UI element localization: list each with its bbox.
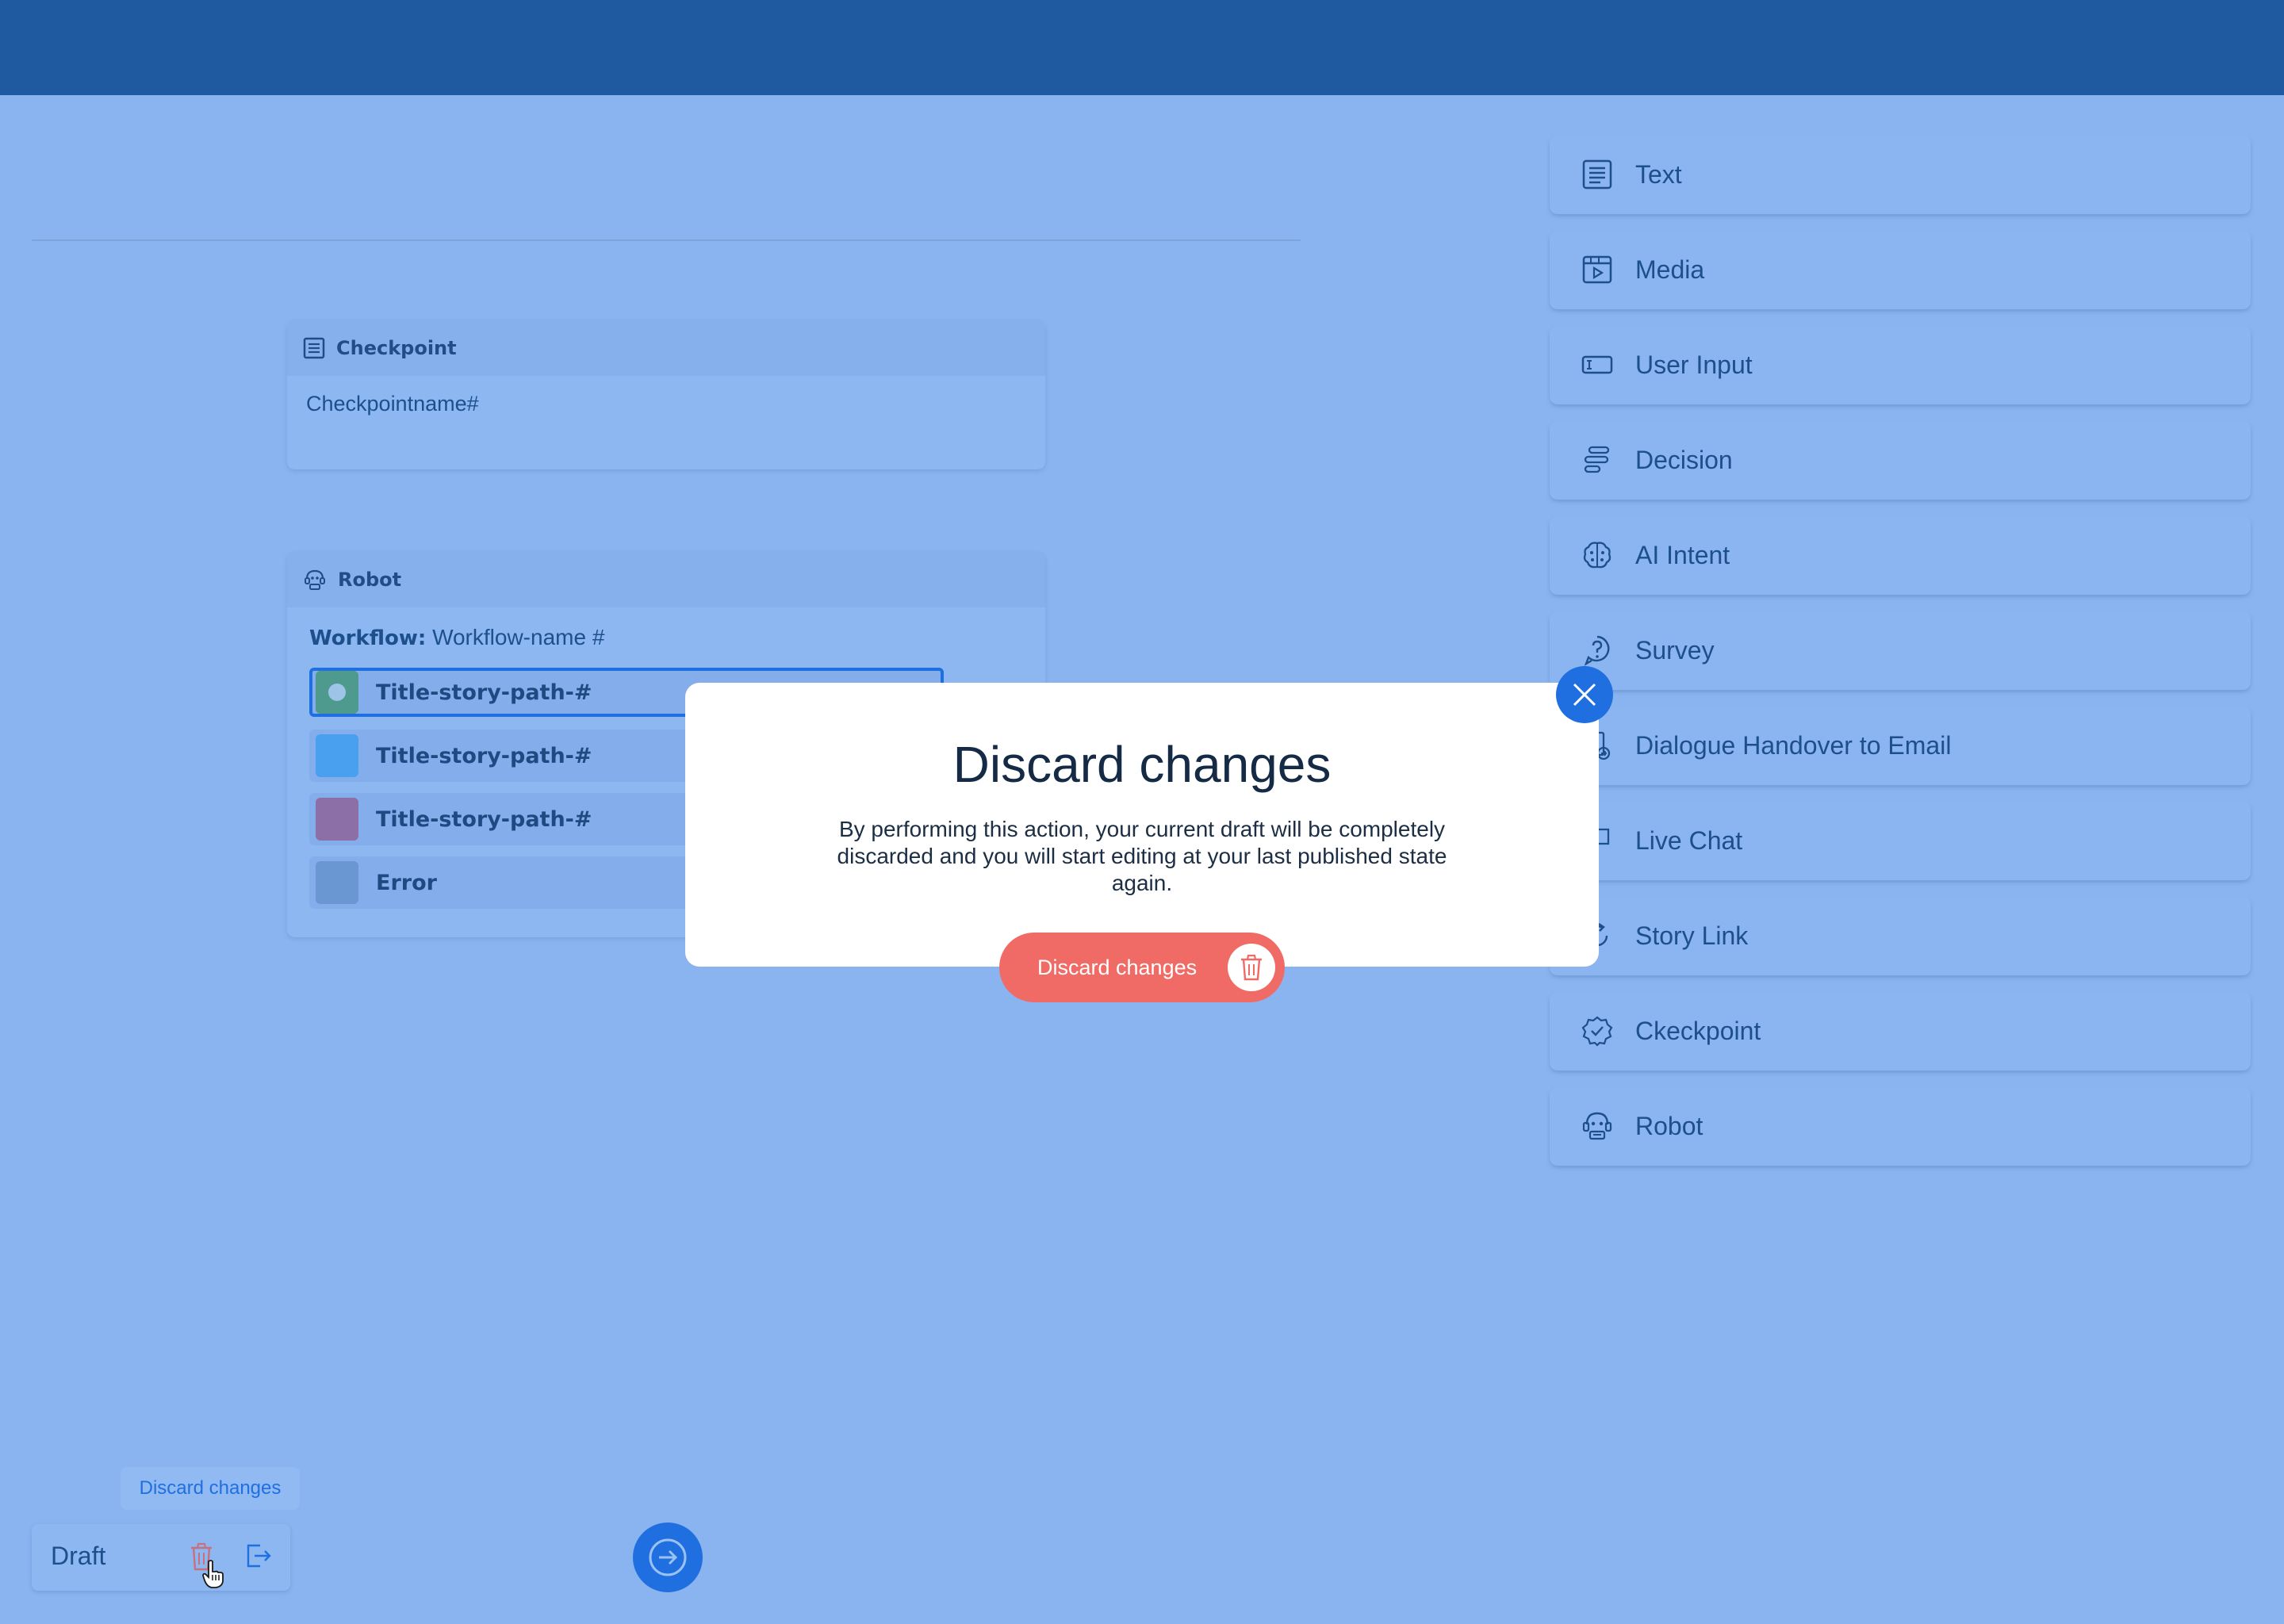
text-icon bbox=[303, 337, 325, 359]
palette-item-checkpoint[interactable]: Ckeckpoint bbox=[1550, 991, 2251, 1071]
hand-cursor-icon bbox=[201, 1559, 225, 1593]
palette-item-label: Ckeckpoint bbox=[1635, 1016, 1761, 1045]
workflow-value: Workflow-name # bbox=[432, 625, 605, 649]
palette-item-label: Live Chat bbox=[1635, 825, 1743, 855]
robot-icon bbox=[305, 569, 325, 590]
palette-item-label: User Input bbox=[1635, 350, 1753, 379]
path-color-swatch bbox=[316, 798, 358, 841]
path-label: Error bbox=[376, 870, 437, 895]
palette-item-user-input[interactable]: User Input bbox=[1550, 325, 2251, 404]
palette-item-label: Decision bbox=[1635, 445, 1733, 474]
workflow-label: Workflow: bbox=[309, 626, 427, 650]
palette-item-label: Text bbox=[1635, 159, 1682, 189]
palette-item-label: Media bbox=[1635, 255, 1705, 284]
discard-tooltip: Discard changes bbox=[121, 1467, 300, 1510]
survey-icon bbox=[1580, 633, 1615, 668]
discard-button-label: Discard changes bbox=[1037, 955, 1198, 979]
palette-item-ai-intent[interactable]: AI Intent bbox=[1550, 515, 2251, 595]
text-icon bbox=[1580, 157, 1615, 192]
ai-intent-icon bbox=[1580, 538, 1615, 573]
path-color-swatch bbox=[316, 734, 358, 777]
palette-item-email-handover[interactable]: Dialogue Handover to Email bbox=[1550, 706, 2251, 785]
palette-item-survey[interactable]: Survey bbox=[1550, 611, 2251, 690]
checkpoint-badge-icon bbox=[1580, 1013, 1615, 1048]
media-icon bbox=[1580, 252, 1615, 287]
robot-card-header: Robot bbox=[287, 552, 1045, 607]
close-button[interactable] bbox=[1556, 666, 1613, 723]
user-input-icon bbox=[1580, 347, 1615, 382]
palette-item-label: AI Intent bbox=[1635, 540, 1730, 569]
checkpoint-name: Checkpointname# bbox=[306, 392, 479, 416]
draft-status-box: Draft bbox=[32, 1524, 290, 1591]
workflow-line: Workflow: Workflow-name # bbox=[309, 625, 604, 650]
close-icon bbox=[1573, 683, 1596, 707]
checkpoint-card-header: Checkpoint bbox=[287, 320, 1045, 376]
exit-icon[interactable] bbox=[244, 1542, 273, 1574]
path-label: Title-story-path-# bbox=[376, 680, 592, 705]
palette-item-label: Survey bbox=[1635, 635, 1715, 665]
arrow-right-circle-icon bbox=[649, 1538, 687, 1576]
trash-icon bbox=[1228, 944, 1275, 991]
discard-changes-modal: Discard changes By performing this actio… bbox=[685, 683, 1599, 967]
palette-item-live-chat[interactable]: Live Chat bbox=[1550, 801, 2251, 880]
palette-item-media[interactable]: Media bbox=[1550, 230, 2251, 309]
draft-label: Draft bbox=[51, 1542, 106, 1570]
palette-item-label: Robot bbox=[1635, 1111, 1703, 1140]
palette-item-story-link[interactable]: Story Link bbox=[1550, 896, 2251, 975]
palette-item-decision[interactable]: Decision bbox=[1550, 420, 2251, 500]
checkpoint-card[interactable]: Checkpoint Checkpointname# bbox=[287, 320, 1045, 469]
canvas-divider bbox=[32, 239, 1301, 241]
path-color-swatch bbox=[316, 861, 358, 904]
robot-card-title: Robot bbox=[338, 569, 402, 591]
robot-icon bbox=[1580, 1109, 1615, 1143]
modal-body: By performing this action, your current … bbox=[837, 817, 1447, 895]
path-label: Title-story-path-# bbox=[376, 743, 592, 768]
path-color-swatch bbox=[316, 671, 358, 714]
palette-item-robot[interactable]: Robot bbox=[1550, 1086, 2251, 1166]
top-bar bbox=[0, 0, 2284, 95]
modal-title: Discard changes bbox=[952, 736, 1332, 793]
checkpoint-card-title: Checkpoint bbox=[336, 337, 457, 359]
path-label: Title-story-path-# bbox=[376, 806, 592, 832]
palette-item-text[interactable]: Text bbox=[1550, 135, 2251, 214]
next-button[interactable] bbox=[633, 1522, 703, 1592]
decision-icon bbox=[1580, 442, 1615, 477]
palette-item-label: Story Link bbox=[1635, 921, 1749, 950]
discard-changes-button[interactable]: Discard changes bbox=[999, 933, 1285, 1002]
palette-item-label: Dialogue Handover to Email bbox=[1635, 730, 1952, 760]
